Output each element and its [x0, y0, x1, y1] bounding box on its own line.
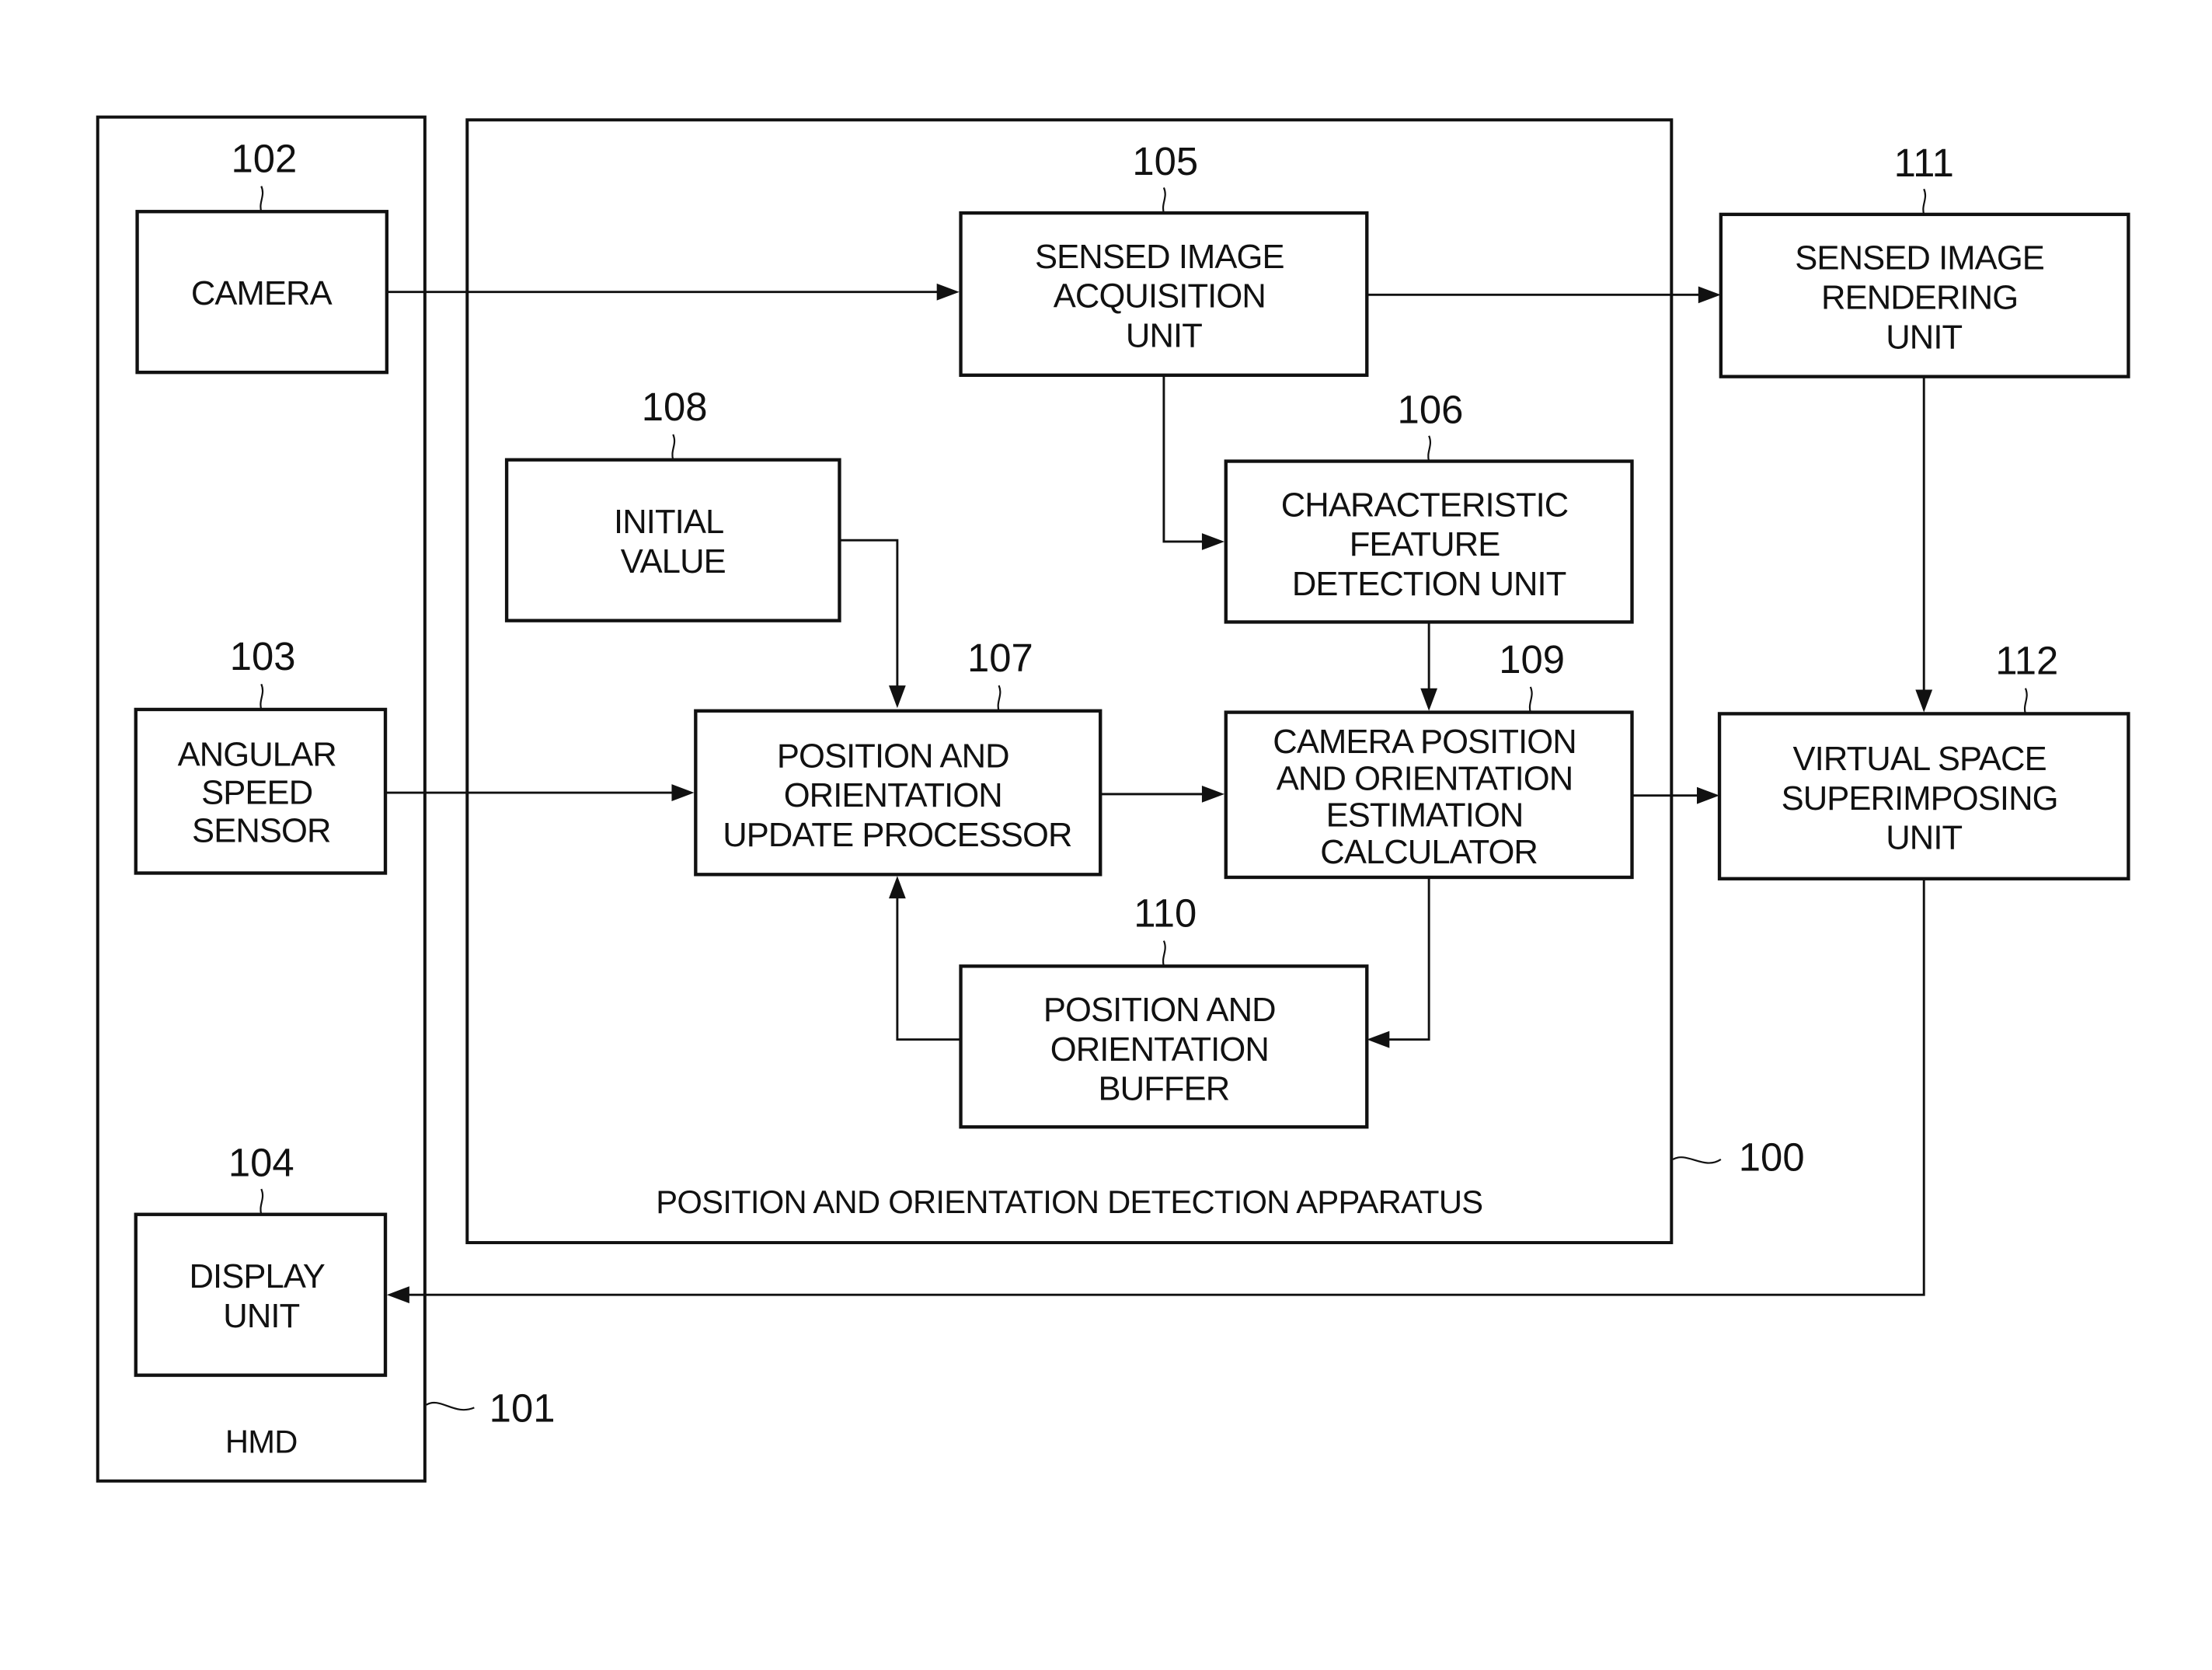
camera-ref: 102 — [232, 136, 298, 180]
angular-speed-sensor-ref-leader — [260, 683, 264, 710]
block-buffer: POSITION AND ORIENTATION BUFFER 110 — [959, 891, 1369, 1129]
arrowhead-acquisition-to-feature-detection — [1201, 533, 1224, 550]
block-camera: CAMERA 102 — [135, 136, 389, 375]
feature-detection-ref-leader — [1427, 435, 1432, 462]
sensed-image-acquisition-ref-leader — [1162, 187, 1166, 214]
feature-detection-ref: 106 — [1398, 388, 1464, 432]
block-diagram: HMD 101 POSITION AND ORIENTATION DETECTI… — [96, 115, 2130, 1483]
buffer-ref: 110 — [1134, 891, 1197, 935]
hmd-ref: 101 — [489, 1386, 556, 1431]
arrowhead-calculator-to-superimposing — [1696, 786, 1720, 804]
wire-acquisition-to-feature-detection — [1162, 375, 1208, 543]
initial-value-ref-leader — [671, 434, 676, 460]
rendering-unit-ref-leader — [1922, 188, 1927, 215]
display-unit-ref: 104 — [228, 1141, 294, 1185]
arrowhead-buffer-to-update-processor — [888, 876, 906, 899]
wire-buffer-to-update-processor — [896, 892, 961, 1041]
camera-label: CAMERA — [191, 275, 333, 312]
arrowhead-update-processor-to-calculator — [1201, 785, 1224, 803]
wire-initial-value-to-update-processor — [839, 539, 899, 692]
apparatus-ref-leader — [1672, 1156, 1722, 1164]
superimposing-unit-ref-leader — [2023, 688, 2028, 714]
arrowhead-camera-to-acquisition — [936, 283, 960, 301]
sensed-image-acquisition-ref: 105 — [1132, 139, 1198, 183]
arrowhead-sensor-to-update-processor — [671, 784, 695, 801]
superimposing-unit-ref: 112 — [1995, 639, 2058, 683]
angular-speed-sensor-label: ANGULAR SPEED SENSOR — [178, 737, 345, 850]
arrowhead-superimposing-to-display — [386, 1286, 409, 1304]
apparatus-label: POSITION AND ORIENTATION DETECTION APPAR… — [656, 1184, 1482, 1220]
block-initial-value: INITIAL VALUE 108 — [504, 385, 841, 622]
hmd-ref-leader — [426, 1402, 475, 1411]
camera-ref-leader — [260, 186, 264, 212]
display-unit-ref-leader — [260, 1188, 264, 1215]
rendering-unit-ref: 111 — [1894, 141, 1954, 185]
arrowhead-acquisition-to-rendering — [1698, 286, 1721, 304]
wire-calculator-to-buffer — [1384, 877, 1430, 1041]
hmd-label: HMD — [225, 1423, 298, 1459]
arrowhead-initial-value-to-update-processor — [888, 685, 906, 709]
buffer-ref-leader — [1162, 940, 1166, 967]
block-display-unit: DISPLAY UNIT 104 — [134, 1141, 388, 1377]
initial-value-ref: 108 — [642, 385, 708, 429]
angular-speed-sensor-ref: 103 — [230, 634, 296, 678]
update-processor-ref-leader — [997, 685, 1001, 712]
update-processor-ref: 107 — [967, 636, 1033, 680]
block-angular-speed-sensor: ANGULAR SPEED SENSOR 103 — [134, 634, 388, 875]
block-sensed-image-acquisition: SENSED IMAGE ACQUISITION UNIT 105 — [959, 139, 1369, 377]
arrowhead-calculator-to-buffer — [1367, 1030, 1390, 1048]
estimation-calculator-ref-leader — [1528, 686, 1533, 713]
apparatus-ref: 100 — [1739, 1135, 1805, 1179]
block-feature-detection: CHARACTERISTIC FEATURE DETECTION UNIT 10… — [1224, 388, 1634, 624]
block-rendering-unit: SENSED IMAGE RENDERING UNIT 111 — [1719, 141, 2130, 378]
connections — [385, 283, 1933, 1304]
arrowhead-feature-detection-to-calculator — [1420, 688, 1438, 711]
arrowhead-rendering-to-superimposing — [1915, 689, 1933, 713]
estimation-calculator-ref: 109 — [1499, 637, 1565, 682]
